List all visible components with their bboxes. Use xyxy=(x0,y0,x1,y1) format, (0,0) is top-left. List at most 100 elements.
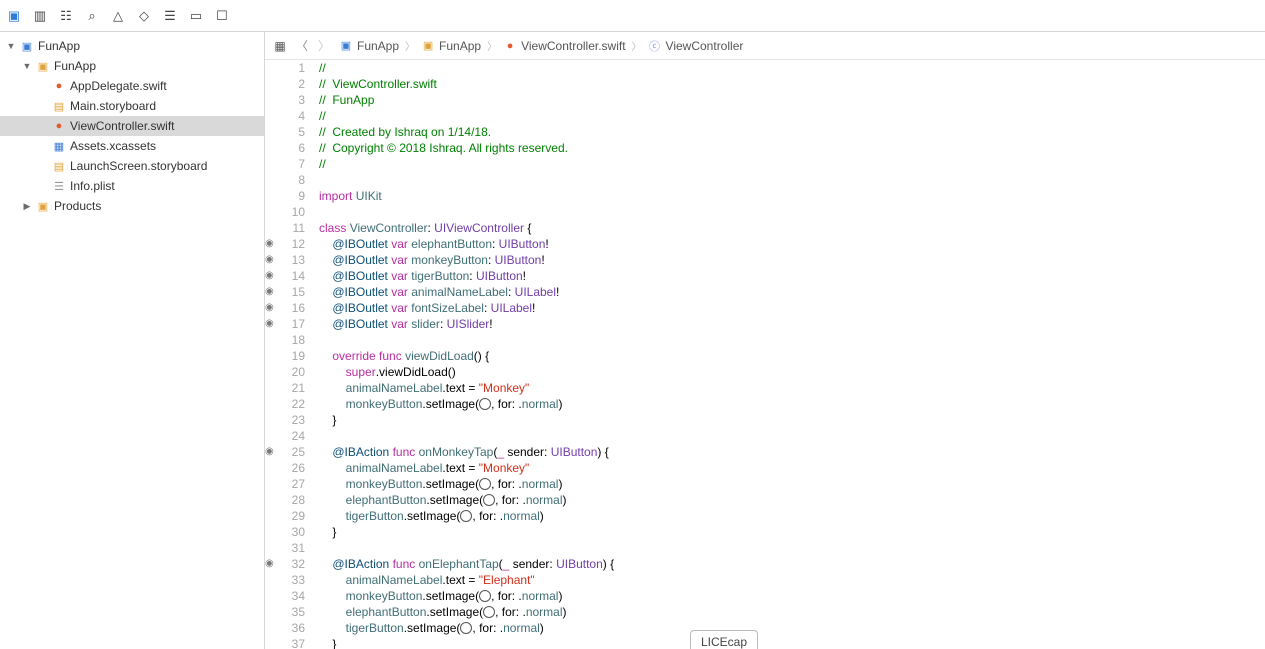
related-items-icon[interactable]: ▦ xyxy=(273,39,287,53)
source-editor[interactable]: ◉◉◉◉◉◉◉◉ 1234567891011121314151617181920… xyxy=(265,60,1265,649)
code-line[interactable]: @IBOutlet var animalNameLabel: UILabel! xyxy=(319,284,1265,300)
gutter-mark xyxy=(265,412,281,428)
code-line[interactable] xyxy=(319,540,1265,556)
gutter-mark xyxy=(265,540,281,556)
tree-item-main-storyboard[interactable]: ▶▤Main.storyboard xyxy=(0,96,264,116)
gutter-mark[interactable]: ◉ xyxy=(265,444,281,460)
code-line[interactable]: elephantButton.setImage(, for: .normal) xyxy=(319,492,1265,508)
folder-icon[interactable]: ▣ xyxy=(6,8,22,24)
tree-item-funapp[interactable]: ▼▣FunApp xyxy=(0,36,264,56)
code-line[interactable]: monkeyButton.setImage(, for: .normal) xyxy=(319,476,1265,492)
tree-item-viewcontroller-swift[interactable]: ▶●ViewController.swift xyxy=(0,116,264,136)
class-icon: ⓒ xyxy=(648,39,662,53)
code-line[interactable]: @IBOutlet var tigerButton: UIButton! xyxy=(319,268,1265,284)
code-line[interactable]: animalNameLabel.text = "Elephant" xyxy=(319,572,1265,588)
tag-icon[interactable]: ▭ xyxy=(188,8,204,24)
version-icon[interactable]: ▥ xyxy=(32,8,48,24)
tree-item-info-plist[interactable]: ▶☰Info.plist xyxy=(0,176,264,196)
tree-item-assets-xcassets[interactable]: ▶▦Assets.xcassets xyxy=(0,136,264,156)
code-line[interactable]: tigerButton.setImage(, for: .normal) xyxy=(319,508,1265,524)
code-line[interactable]: } xyxy=(319,524,1265,540)
code-line[interactable]: tigerButton.setImage(, for: .normal) xyxy=(319,620,1265,636)
chat-icon[interactable]: ☐ xyxy=(214,8,230,24)
line-number: 30 xyxy=(281,524,305,540)
code-line[interactable]: // xyxy=(319,156,1265,172)
code-line[interactable]: } xyxy=(319,636,1265,649)
code-line[interactable]: } xyxy=(319,412,1265,428)
tree-item-products[interactable]: ▶▣Products xyxy=(0,196,264,216)
image-literal-icon xyxy=(460,510,472,522)
tree-item-label: ViewController.swift xyxy=(70,119,174,133)
diamond-icon[interactable]: ◇ xyxy=(136,8,152,24)
gutter-mark xyxy=(265,60,281,76)
code-line[interactable] xyxy=(319,204,1265,220)
tree-item-launchscreen-storyboard[interactable]: ▶▤LaunchScreen.storyboard xyxy=(0,156,264,176)
blueproj-icon: ▣ xyxy=(20,39,34,53)
code-line[interactable]: @IBOutlet var slider: UISlider! xyxy=(319,316,1265,332)
code-line[interactable]: // Copyright © 2018 Ishraq. All rights r… xyxy=(319,140,1265,156)
warning-icon[interactable]: △ xyxy=(110,8,126,24)
line-number: 1 xyxy=(281,60,305,76)
crumb-funapp[interactable]: ▣FunApp xyxy=(339,39,399,53)
code-line[interactable]: animalNameLabel.text = "Monkey" xyxy=(319,380,1265,396)
crumb-funapp[interactable]: ▣FunApp xyxy=(421,39,481,53)
hierarchy-icon[interactable]: ☷ xyxy=(58,8,74,24)
code-line[interactable]: // Created by Ishraq on 1/14/18. xyxy=(319,124,1265,140)
code-line[interactable]: super.viewDidLoad() xyxy=(319,364,1265,380)
code-line[interactable]: // xyxy=(319,60,1265,76)
code-line[interactable]: monkeyButton.setImage(, for: .normal) xyxy=(319,396,1265,412)
code-line[interactable]: elephantButton.setImage(, for: .normal) xyxy=(319,604,1265,620)
code-line[interactable]: @IBOutlet var fontSizeLabel: UILabel! xyxy=(319,300,1265,316)
tree-item-appdelegate-swift[interactable]: ▶●AppDelegate.swift xyxy=(0,76,264,96)
list-icon[interactable]: ☰ xyxy=(162,8,178,24)
code-line[interactable]: // FunApp xyxy=(319,92,1265,108)
gutter-mark[interactable]: ◉ xyxy=(265,284,281,300)
tree-item-funapp[interactable]: ▼▣FunApp xyxy=(0,56,264,76)
line-number: 7 xyxy=(281,156,305,172)
gutter-mark xyxy=(265,76,281,92)
code-line[interactable]: import UIKit xyxy=(319,188,1265,204)
gutter-mark[interactable]: ◉ xyxy=(265,252,281,268)
disclosure-icon[interactable]: ▶ xyxy=(22,201,32,212)
blueproj-icon: ▣ xyxy=(339,39,353,53)
tree-item-label: Products xyxy=(54,199,101,213)
gutter-mark[interactable]: ◉ xyxy=(265,300,281,316)
forward-button[interactable]: 〉 xyxy=(317,39,331,53)
jump-bar[interactable]: ▦ 〈 〉 ▣FunApp〉▣FunApp〉●ViewController.sw… xyxy=(265,32,1265,60)
line-number: 33 xyxy=(281,572,305,588)
crumb-viewcontroller-swift[interactable]: ●ViewController.swift xyxy=(503,39,625,53)
line-number: 22 xyxy=(281,396,305,412)
gutter-mark xyxy=(265,156,281,172)
code-line[interactable]: // ViewController.swift xyxy=(319,76,1265,92)
line-number: 17 xyxy=(281,316,305,332)
back-button[interactable]: 〈 xyxy=(295,39,309,53)
code-line[interactable] xyxy=(319,428,1265,444)
chevron-right-icon: 〉 xyxy=(405,38,415,53)
crumb-viewcontroller[interactable]: ⓒViewController xyxy=(648,39,744,53)
code-line[interactable]: // xyxy=(319,108,1265,124)
gutter-mark xyxy=(265,204,281,220)
breadcrumb[interactable]: ▣FunApp〉▣FunApp〉●ViewController.swift〉ⓒV… xyxy=(339,38,743,53)
line-number: 29 xyxy=(281,508,305,524)
gutter-mark[interactable]: ◉ xyxy=(265,316,281,332)
code-line[interactable]: @IBOutlet var elephantButton: UIButton! xyxy=(319,236,1265,252)
tree-item-label: Main.storyboard xyxy=(70,99,156,113)
gutter-mark[interactable]: ◉ xyxy=(265,268,281,284)
code-line[interactable]: monkeyButton.setImage(, for: .normal) xyxy=(319,588,1265,604)
code-line[interactable]: @IBOutlet var monkeyButton: UIButton! xyxy=(319,252,1265,268)
code-line[interactable]: override func viewDidLoad() { xyxy=(319,348,1265,364)
code-line[interactable]: @IBAction func onElephantTap(_ sender: U… xyxy=(319,556,1265,572)
line-number: 2 xyxy=(281,76,305,92)
disclosure-icon[interactable]: ▼ xyxy=(6,41,16,51)
project-navigator[interactable]: ▼▣FunApp▼▣FunApp▶●AppDelegate.swift▶▤Mai… xyxy=(0,32,265,649)
code-line[interactable]: class ViewController: UIViewController { xyxy=(319,220,1265,236)
code-line[interactable]: animalNameLabel.text = "Monkey" xyxy=(319,460,1265,476)
gutter-mark[interactable]: ◉ xyxy=(265,556,281,572)
code-line[interactable] xyxy=(319,332,1265,348)
gutter-mark[interactable]: ◉ xyxy=(265,236,281,252)
line-number: 26 xyxy=(281,460,305,476)
code-line[interactable]: @IBAction func onMonkeyTap(_ sender: UIB… xyxy=(319,444,1265,460)
disclosure-icon[interactable]: ▼ xyxy=(22,61,32,71)
code-line[interactable] xyxy=(319,172,1265,188)
search-icon[interactable]: ⌕ xyxy=(84,8,100,24)
